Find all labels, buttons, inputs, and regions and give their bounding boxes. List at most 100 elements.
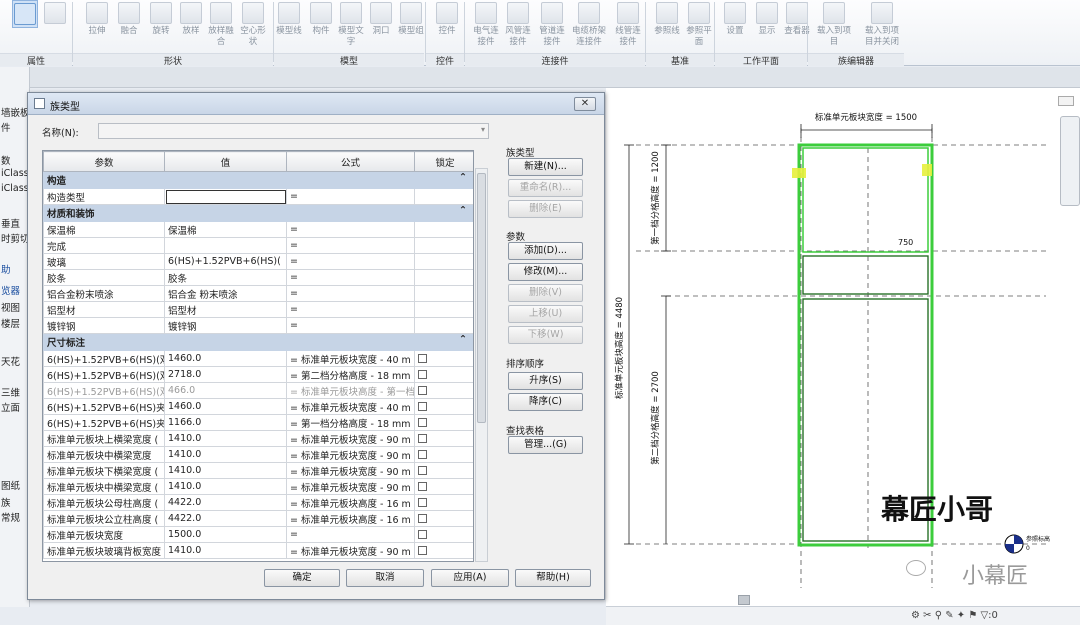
browser-item[interactable]: 立面 (1, 400, 20, 414)
browser-item[interactable]: 件 (1, 120, 11, 134)
close-button[interactable]: ✕ (574, 97, 596, 111)
parameter-row[interactable]: 玻璃 6(HS)+1.52PVB+6(HS)(= (43, 253, 473, 270)
cell-formula[interactable]: = (286, 526, 415, 543)
cell-value[interactable]: 镀锌钢 (164, 317, 287, 334)
ribbon-tool-reference-plane[interactable]: 参照平面 (684, 0, 714, 48)
cell-value[interactable] (164, 237, 287, 254)
parameter-row[interactable]: 6(HS)+1.52PVB+6(HS)(双 2718.0 = 第二档分格高度 - 1… (43, 366, 473, 383)
rename-type-button[interactable]: 重命名(R)... (508, 179, 583, 197)
parameter-row[interactable]: 6(HS)+1.52PVB+6(HS)(双 466.0 = 标准单元板块高度 - 第… (43, 382, 473, 399)
group-header-row[interactable]: 尺寸标注 ⌃ (43, 333, 473, 351)
parameter-row[interactable]: 标准单元板块公母柱高度 (4422.0 = 标准单元板块高度 - 16 m (43, 494, 473, 511)
lock-checkbox[interactable] (418, 386, 427, 395)
browser-item[interactable]: 三维 (1, 385, 20, 399)
drawing-canvas[interactable]: 标准单元板块宽度 = 1500 标准单元板块高度 = 4480 第一档分格高度 … (606, 88, 1080, 606)
new-type-button[interactable]: 新建(N)... (508, 158, 583, 176)
parameter-row[interactable]: 铝型材 铝型材 = (43, 301, 473, 318)
lock-checkbox[interactable] (418, 418, 427, 427)
cell-value[interactable]: 1410.0 (164, 462, 287, 479)
ribbon-tool-load-into-project[interactable]: 载入到项目 (816, 0, 852, 48)
cell-value[interactable]: 6(HS)+1.52PVB+6(HS)( (164, 253, 287, 270)
cell-formula[interactable]: = (286, 237, 415, 254)
cell-value[interactable]: 1410.0 (164, 542, 287, 559)
manage-lookup-button[interactable]: 管理...(G) (508, 436, 583, 454)
lock-checkbox[interactable] (418, 402, 427, 411)
delete-type-button[interactable]: 删除(E) (508, 200, 583, 218)
column-header[interactable]: 值 (164, 151, 287, 172)
browser-item[interactable]: 墙嵌板 (1, 105, 29, 119)
cell-formula[interactable]: = (286, 221, 415, 238)
parameter-row[interactable]: 标准单元板块上横梁宽度 (1410.0 = 标准单元板块宽度 - 90 m (43, 430, 473, 447)
ok-button[interactable]: 确定 (264, 569, 340, 587)
ribbon-tool-set-workplane[interactable]: 设置 (720, 0, 750, 37)
cell-formula[interactable]: = 标准单元板块宽度 - 90 m (286, 478, 415, 495)
cell-value[interactable]: 胶条 (164, 269, 287, 286)
cell-value[interactable]: 1410.0 (164, 446, 287, 463)
window-controls-icon[interactable] (1058, 96, 1074, 106)
column-header[interactable]: 参数 (43, 151, 165, 172)
ribbon-tool-properties[interactable] (12, 0, 38, 28)
grip-handle-right[interactable] (922, 164, 932, 176)
remove-parameter-button[interactable]: 删除(V) (508, 284, 583, 302)
browser-item[interactable]: 常规 (1, 510, 20, 524)
ribbon-tool-opening[interactable]: 洞口 (366, 0, 396, 37)
sort-descending-button[interactable]: 降序(C) (508, 393, 583, 411)
lock-checkbox[interactable] (418, 370, 427, 379)
parameter-row[interactable]: 标准单元板块中横梁宽度 (1410.0 = 标准单元板块宽度 - 90 m (43, 478, 473, 495)
scroll-thumb[interactable] (738, 595, 750, 605)
ribbon-tool-component[interactable]: 构件 (306, 0, 336, 37)
ribbon-tool-pipe-connector[interactable]: 管道连接件 (536, 0, 568, 48)
ribbon-tool-cable-tray-connector[interactable]: 电缆桥架连接件 (570, 0, 608, 48)
cell-formula[interactable]: = (286, 188, 415, 205)
cell-formula[interactable]: = 标准单元板块高度 - 16 m (286, 510, 415, 527)
ribbon-tool-type-properties[interactable] (42, 0, 68, 26)
modify-parameter-button[interactable]: 修改(M)... (508, 263, 583, 281)
help-button[interactable]: 帮助(H) (515, 569, 591, 587)
ribbon-tool-model-group[interactable]: 模型组 (396, 0, 426, 37)
ribbon-tool-conduit-connector[interactable]: 线管连接件 (612, 0, 644, 48)
apply-button[interactable]: 应用(A) (431, 569, 509, 587)
browser-item[interactable]: 数 (1, 153, 11, 167)
parameter-row[interactable]: 标准单元板块中横梁宽度 1410.0 = 标准单元板块宽度 - 90 m (43, 446, 473, 463)
collapse-icon[interactable]: ⌃ (459, 335, 467, 346)
parameter-row[interactable]: 6(HS)+1.52PVB+6(HS)(双 1460.0 = 标准单元板块宽度 - … (43, 350, 473, 367)
browser-item[interactable]: iClass (1, 183, 29, 194)
name-dropdown[interactable]: ▾ (98, 123, 489, 139)
cell-formula[interactable]: = 第一档分格高度 - 18 mm - (286, 414, 415, 431)
ribbon-tool-swept-blend[interactable]: 放样融合 (206, 0, 236, 48)
cell-formula[interactable]: = 标准单元板块高度 - 第一档 (286, 382, 415, 399)
sort-ascending-button[interactable]: 升序(S) (508, 372, 583, 390)
scrollbar-thumb[interactable] (477, 173, 486, 423)
browser-item[interactable]: 览器 (1, 283, 20, 297)
cell-value[interactable]: 4422.0 (164, 510, 287, 527)
lock-checkbox[interactable] (418, 434, 427, 443)
ribbon-tool-extrusion[interactable]: 拉伸 (82, 0, 112, 37)
move-up-button[interactable]: 上移(U) (508, 305, 583, 323)
grip-handle-left[interactable] (792, 168, 806, 178)
lock-checkbox[interactable] (418, 354, 427, 363)
parameter-row[interactable]: 铝合金粉末喷涂 铝合金 粉末喷涂 = (43, 285, 473, 302)
parameter-row[interactable]: 保温棉 保温棉 = (43, 221, 473, 238)
parameter-row[interactable]: 镀锌钢 镀锌钢 = (43, 317, 473, 334)
lock-checkbox[interactable] (418, 546, 427, 555)
cell-value[interactable]: 保温棉 (164, 221, 287, 238)
browser-item[interactable]: 视图 (1, 300, 20, 314)
lock-checkbox[interactable] (418, 466, 427, 475)
cell-value[interactable]: 4422.0 (164, 494, 287, 511)
parameter-row[interactable]: 胶条 胶条 = (43, 269, 473, 286)
table-scrollbar[interactable] (475, 168, 488, 562)
ribbon-tool-electrical-connector[interactable]: 电气连接件 (470, 0, 502, 48)
group-header-row[interactable]: 材质和装饰 ⌃ (43, 204, 473, 222)
ribbon-tool-model-text[interactable]: 模型文字 (336, 0, 366, 48)
cell-value[interactable]: 466.0 (164, 382, 287, 399)
browser-item[interactable]: 图纸 (1, 478, 20, 492)
move-down-button[interactable]: 下移(W) (508, 326, 583, 344)
lock-checkbox[interactable] (418, 482, 427, 491)
cell-formula[interactable]: = (286, 317, 415, 334)
ribbon-tool-sweep[interactable]: 放样 (176, 0, 206, 37)
cell-formula[interactable]: = 标准单元板块宽度 - 90 m (286, 542, 415, 559)
ribbon-tool-show-workplane[interactable]: 显示 (752, 0, 782, 37)
cell-formula[interactable]: = 第二档分格高度 - 18 mm - (286, 366, 415, 383)
cell-value[interactable]: 1410.0 (164, 430, 287, 447)
cell-value[interactable]: 铝型材 (164, 301, 287, 318)
